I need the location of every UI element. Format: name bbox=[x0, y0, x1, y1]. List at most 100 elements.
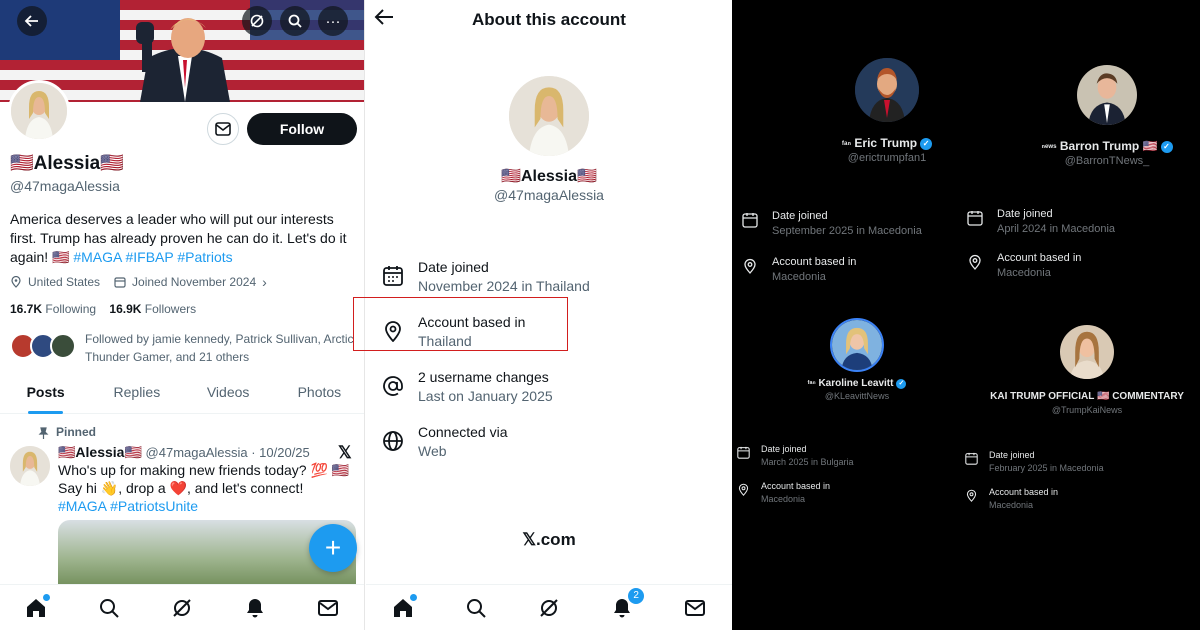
location-icon bbox=[744, 258, 756, 274]
notifications-icon bbox=[246, 598, 263, 617]
account-handle: @TrumpKaiNews bbox=[1051, 405, 1123, 415]
grok-icon bbox=[173, 598, 191, 617]
tweet-hashtags[interactable]: #MAGA #PatriotsUnite bbox=[58, 498, 198, 514]
name-prefix: ⁿᵉʷˢ bbox=[1041, 142, 1057, 152]
back-button[interactable] bbox=[17, 6, 47, 36]
pin-icon bbox=[38, 427, 49, 439]
followed-by-avatars[interactable] bbox=[10, 333, 80, 365]
account-handle: @erictrumpfan1 bbox=[847, 152, 927, 164]
name-flag: 🇺🇸 bbox=[1142, 139, 1158, 153]
account-based-row: Account based in Macedonia bbox=[737, 481, 947, 509]
account-card-kai[interactable]: KAI TRUMP OFFICIAL 🇺🇸 COMMENTARY @TrumpK… bbox=[977, 325, 1197, 415]
date-joined-value: March 2025 in Bulgaria bbox=[761, 457, 854, 467]
profile-location: United States bbox=[28, 275, 101, 289]
pinned-label: Pinned bbox=[56, 425, 97, 439]
account-based-value: Macedonia bbox=[772, 271, 826, 283]
at-icon bbox=[383, 376, 403, 396]
followers-link[interactable]: 16.9K Followers bbox=[109, 302, 196, 316]
name-text: Barron Trump bbox=[1059, 139, 1140, 153]
account-based-label: Account based in bbox=[761, 481, 831, 491]
grok-button[interactable] bbox=[242, 6, 272, 36]
followers-count: 16.9K bbox=[109, 302, 142, 316]
bio-hashtags[interactable]: #MAGA #IFBAP #Patriots bbox=[73, 249, 232, 265]
following-count: 16.7K bbox=[10, 302, 43, 316]
account-card-karoline[interactable]: ᶠᵃⁿ Karoline Leavitt ✓ @KLeavittNews bbox=[782, 318, 932, 401]
verified-badge-icon: ✓ bbox=[896, 379, 907, 389]
nav-grok[interactable] bbox=[537, 596, 561, 620]
account-based-row: Account based in Macedonia bbox=[967, 252, 1177, 286]
profile-tabs: Posts Replies Videos Photos bbox=[0, 374, 364, 414]
profile-avatar[interactable] bbox=[8, 80, 70, 142]
nav-notifications[interactable] bbox=[243, 596, 267, 620]
unread-dot bbox=[43, 593, 51, 601]
about-name: 🇺🇸Alessia🇺🇸 bbox=[501, 168, 597, 185]
tab-photos[interactable]: Photos bbox=[274, 374, 364, 413]
tweet-header: 🇺🇸Alessia🇺🇸 @47magaAlessia · 10/20/25 bbox=[58, 444, 310, 461]
info-row-connected-via: Connected via Web bbox=[382, 424, 712, 464]
nav-grok[interactable] bbox=[170, 596, 194, 620]
grok-icon bbox=[540, 598, 558, 617]
nav-notifications[interactable]: 2 bbox=[610, 587, 645, 620]
search-icon bbox=[466, 598, 486, 618]
chevron-right-icon[interactable]: › bbox=[262, 274, 267, 290]
avatar-image bbox=[1060, 325, 1114, 379]
tab-videos[interactable]: Videos bbox=[183, 374, 274, 413]
avatar-image bbox=[1077, 65, 1137, 125]
info-row-username-changes: 2 username changes Last on January 2025 bbox=[382, 369, 712, 409]
tab-posts[interactable]: Posts bbox=[0, 374, 91, 414]
name-text: Eric Trump bbox=[854, 136, 918, 150]
unread-dot bbox=[409, 593, 417, 601]
envelope-icon bbox=[215, 122, 231, 136]
tweet-avatar[interactable] bbox=[10, 446, 50, 486]
account-based-value: Macedonia bbox=[761, 494, 806, 504]
following-label: Following bbox=[45, 302, 97, 316]
nav-search[interactable] bbox=[464, 596, 488, 620]
avatar bbox=[1060, 325, 1114, 379]
info-value: Web bbox=[418, 443, 447, 459]
nav-home[interactable] bbox=[391, 593, 417, 620]
calendar-icon bbox=[383, 266, 403, 286]
accounts-panel: ᶠᵃⁿ Eric Trump ✓ @erictrumpfan1 Date join… bbox=[732, 0, 1200, 630]
compose-button[interactable]: + bbox=[309, 524, 357, 572]
follow-button[interactable]: Follow bbox=[247, 113, 357, 145]
account-name: ᶠᵃⁿ Eric Trump ✓ bbox=[812, 136, 962, 150]
avatar bbox=[1077, 65, 1137, 125]
back-arrow-icon bbox=[24, 15, 38, 27]
avatar-image bbox=[11, 83, 67, 139]
tweet-body: Who's up for making new friends today? 💯… bbox=[58, 461, 358, 515]
account-card-eric[interactable]: ᶠᵃⁿ Eric Trump ✓ @erictrumpfan1 bbox=[812, 58, 962, 164]
globe-icon bbox=[383, 431, 403, 451]
nav-home[interactable] bbox=[24, 593, 51, 620]
calendar-icon bbox=[737, 446, 750, 459]
date-joined-label: Date joined bbox=[772, 210, 828, 222]
nav-messages[interactable] bbox=[683, 596, 707, 620]
followed-by-text[interactable]: Followed by jamie kennedy, Patrick Sulli… bbox=[85, 330, 360, 366]
date-joined-row: Date joined March 2025 in Bulgaria bbox=[737, 444, 947, 472]
info-label: Date joined bbox=[418, 259, 489, 275]
date-joined-value: April 2024 in Macedonia bbox=[997, 223, 1116, 235]
search-button[interactable] bbox=[280, 6, 310, 36]
nav-search[interactable] bbox=[97, 596, 121, 620]
more-button[interactable]: ··· bbox=[318, 6, 348, 36]
avatar-image bbox=[855, 58, 919, 122]
avatar bbox=[50, 333, 76, 359]
search-icon bbox=[288, 14, 302, 28]
account-based-value: Macedonia bbox=[997, 267, 1051, 279]
tab-replies[interactable]: Replies bbox=[91, 374, 182, 413]
nav-messages[interactable] bbox=[316, 596, 340, 620]
calendar-icon bbox=[114, 277, 126, 288]
account-card-barron[interactable]: ⁿᵉʷˢ Barron Trump 🇺🇸 ✓ @BarronTNews_ bbox=[1032, 65, 1182, 167]
account-handle: @KLeavittNews bbox=[824, 391, 890, 401]
following-link[interactable]: 16.7K Following bbox=[10, 302, 96, 316]
info-row-date-joined: Date joined November 2024 in Thailand bbox=[382, 259, 712, 299]
message-button[interactable] bbox=[207, 113, 239, 145]
name-prefix: ᶠᵃⁿ bbox=[807, 379, 816, 388]
tweet-author[interactable]: 🇺🇸Alessia🇺🇸 bbox=[58, 444, 142, 460]
calendar-icon bbox=[967, 211, 983, 226]
about-handle: @47magaAlessia bbox=[494, 187, 604, 203]
date-joined-row: Date joined April 2024 in Macedonia bbox=[967, 208, 1177, 242]
date-joined-label: Date joined bbox=[761, 444, 807, 454]
account-name: ⁿᵉʷˢ Barron Trump 🇺🇸 ✓ bbox=[1032, 139, 1182, 153]
account-based-label: Account based in bbox=[989, 487, 1059, 497]
page-title: About this account bbox=[472, 10, 626, 29]
